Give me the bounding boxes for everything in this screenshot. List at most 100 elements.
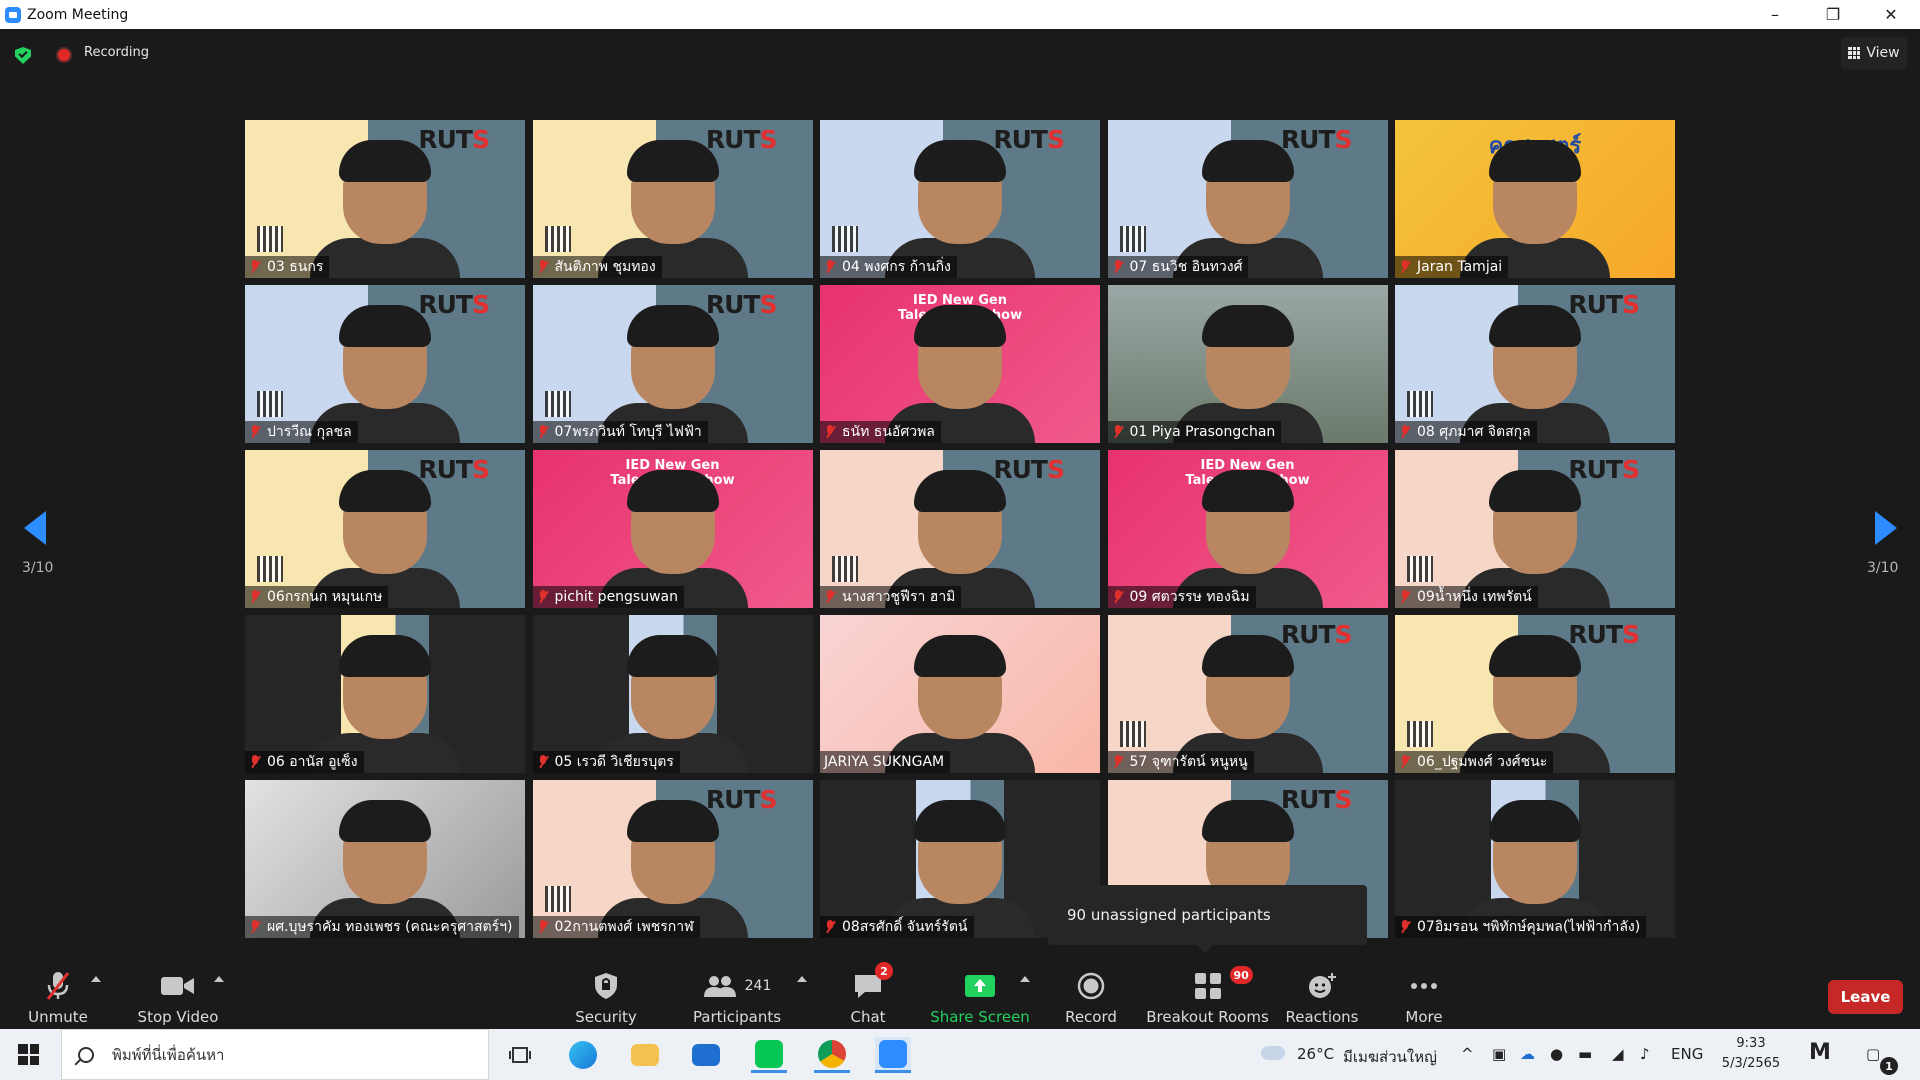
participant-tile[interactable]: 06 อานัส อูเซ็ง [245,615,525,773]
leave-meeting-button[interactable]: Leave [1828,980,1903,1014]
participant-name-bar: 06กรกนก หมุนเกษ [245,586,389,608]
wifi-icon[interactable]: ◢ [1612,1045,1624,1063]
zoom-taskbar-icon[interactable] [875,1037,911,1073]
share-screen-button[interactable]: Share Screen [930,955,1030,1029]
recording-dot-icon [58,49,70,61]
participant-tile[interactable]: RUTS 57 จุฑารัตน์ หนูหนู [1107,615,1388,773]
participant-name: ธนัท ธนอัศวพล [842,424,935,440]
previous-page-arrow-icon[interactable] [24,511,46,545]
participant-name-bar: 09น้ำหนึ่ง เทพรัตน์ [1395,586,1538,608]
weather-temp[interactable]: 26°C [1297,1045,1334,1063]
qr-code-icon [1119,721,1146,747]
participant-tile[interactable]: JARIYA SUKNGAM [820,615,1100,773]
weather-text[interactable]: มีเมฆส่วนใหญ่ [1343,1045,1437,1069]
participant-tile[interactable]: ผศ.บุษราคัม ทองเพชร (คณะครุศาสตร์ฯ) [245,780,525,938]
rut-logo-accent: S [471,125,490,154]
chrome-icon[interactable] [814,1037,850,1073]
more-dots-icon [1410,968,1438,1004]
participant-name-bar: 04 พงศกร ก้านกิ่ง [820,256,957,278]
weather-icon[interactable] [1261,1040,1285,1060]
participant-tile[interactable]: 07อิมรอน ฯพิทักษ์คุมพล(ไฟฟ้ากำลัง) [1395,780,1675,938]
participant-tile[interactable]: RUTS 02กานตพงศ์ เพชรกาฬ [532,780,813,938]
reactions-button[interactable]: Reactions [1286,955,1358,1029]
show-hidden-icons-chevron-icon[interactable]: ^ [1461,1045,1474,1063]
next-page-arrow-icon[interactable] [1875,511,1897,545]
onedrive-icon[interactable]: ☁ [1520,1045,1535,1063]
stop-video-button[interactable]: Stop Video [134,955,222,1029]
chat-button[interactable]: 2 Chat [840,955,896,1029]
participant-tile[interactable]: IED New Gen Talent Roadshowpichit pengsu… [532,450,813,608]
record-label: Record [1065,1008,1117,1026]
participant-tile[interactable]: RUTS 07 ธนวิช อินทวงศ์ [1107,120,1388,278]
participant-name-bar: 01 Piya Prasongchan [1107,421,1282,443]
participant-tile[interactable]: IED New Gen Talent Roadshowธนัท ธนอัศวพล [820,285,1100,443]
chat-label: Chat [850,1008,886,1026]
participant-tile[interactable]: 01 Piya Prasongchan [1107,285,1388,443]
participant-tile[interactable]: ครุศาสตร์Jaran Tamjai [1395,120,1675,278]
participant-tile[interactable]: RUTS นางสาวชูฟีรา ฮามิ [820,450,1100,608]
taskbar-clock[interactable]: 9:33 5/3/2565 [1716,1034,1786,1074]
share-options-caret-icon[interactable] [1020,976,1030,982]
volume-icon[interactable]: ♪ [1640,1045,1650,1063]
reactions-label: Reactions [1285,1008,1359,1026]
rut-logo-accent: S [1046,455,1065,484]
battery-icon[interactable]: ▬ [1578,1045,1592,1063]
windows-taskbar: พิมพ์ที่นี่เพื่อค้นหา 26°C มีเมฆส่วนใหญ่… [0,1029,1920,1080]
microphone-muted-icon [824,590,836,604]
participant-tile[interactable]: 05 เรวดี วิเชียรบุตร [532,615,813,773]
participant-name-bar: 02กานตพงศ์ เพชรกาฬ [532,916,700,938]
participant-name: ผศ.บุษราคัม ทองเพชร (คณะครุศาสตร์ฯ) [267,919,513,935]
participant-tile[interactable]: RUTS 03 ธนกร [245,120,525,278]
view-button[interactable]: View [1841,37,1907,69]
audio-options-caret-icon[interactable] [91,976,101,982]
microphone-tray-icon[interactable]: ● [1550,1045,1563,1063]
qr-code-icon [832,556,858,582]
participant-tile[interactable]: RUTS 06_ปฐมพงศ์ วงศ์ชนะ [1395,615,1675,773]
record-button[interactable]: Record [1064,955,1118,1029]
participant-name: 06กรกนก หมุนเกษ [267,589,383,605]
more-button[interactable]: More [1401,955,1447,1029]
line-app-icon[interactable] [751,1037,787,1073]
ime-icon[interactable]: M [1809,1040,1831,1065]
participant-name-bar: pichit pengsuwan [532,586,685,608]
taskbar-search-box[interactable]: พิมพ์ที่นี่เพื่อค้นหา [61,1029,489,1080]
video-options-caret-icon[interactable] [214,976,224,982]
mail-icon[interactable] [688,1037,724,1073]
participant-tile[interactable]: RUTS 08 ศุภมาศ จิตสกุล [1395,285,1675,443]
microphone-muted-icon [537,260,549,274]
participant-tile[interactable]: RUTS 04 พงศกร ก้านกิ่ง [820,120,1100,278]
participant-tile[interactable]: RUTS ปารวีณ กุลชล [245,285,525,443]
participant-tile[interactable]: RUTS 06กรกนก หมุนเกษ [245,450,525,608]
file-explorer-icon[interactable] [627,1037,663,1073]
microphone-muted-icon [249,920,261,934]
microphone-muted-icon [824,920,836,934]
minimize-button[interactable]: – [1746,0,1804,29]
qr-code-icon [544,226,571,252]
notification-center-icon[interactable]: ▢ [1866,1045,1880,1063]
rut-logo-accent: S [1334,620,1352,649]
participant-name-bar: JARIYA SUKNGAM [820,751,951,773]
participant-name-bar: Jaran Tamjai [1395,256,1509,278]
meet-now-icon[interactable]: ▣ [1492,1045,1506,1063]
input-language[interactable]: ENG [1671,1045,1703,1063]
windows-start-icon[interactable] [18,1044,39,1065]
participant-tile[interactable]: RUTS สันติภาพ ชุมทอง [532,120,813,278]
rut-logo-accent: S [471,455,490,484]
participant-tile[interactable]: IED New Gen Talent Roadshow09 ศตวรรษ ทอง… [1107,450,1388,608]
meeting-top-bar: Recording View [0,29,1920,79]
participant-tile[interactable]: RUTS 09น้ำหนึ่ง เทพรัตน์ [1395,450,1675,608]
participant-name-bar: สันติภาพ ชุมทอง [532,256,662,278]
edge-browser-icon[interactable] [565,1037,601,1073]
participants-button[interactable]: 241 Participants [692,955,782,1029]
unmute-button[interactable]: Unmute [26,955,90,1029]
close-button[interactable]: ✕ [1862,0,1920,29]
task-view-icon[interactable] [502,1037,538,1073]
view-label: View [1866,45,1900,61]
security-button[interactable]: Security [575,955,637,1029]
breakout-rooms-button[interactable]: 90 Breakout Rooms [1146,955,1269,1029]
video-camera-icon [161,968,195,1004]
participant-tile[interactable]: RUTS 07พรภวินท์ โทบุรี ไฟฟ้า [532,285,813,443]
restore-button[interactable]: ❐ [1804,0,1862,29]
participants-options-caret-icon[interactable] [797,976,807,982]
recording-label: Recording [84,45,150,60]
